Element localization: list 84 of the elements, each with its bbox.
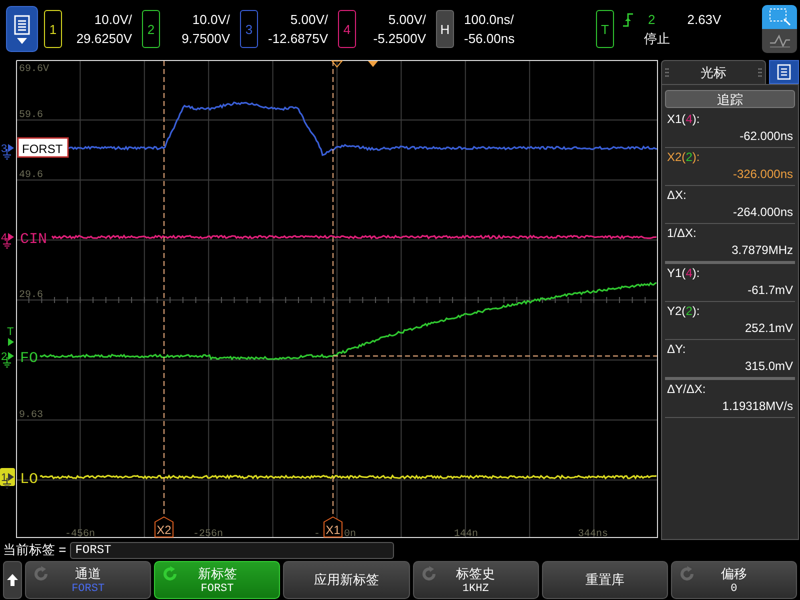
channel-button[interactable]: 2 <box>142 10 160 48</box>
up-button[interactable] <box>3 561 22 599</box>
axis-label: 29.6 <box>19 290 44 301</box>
time-label: 344ns <box>578 529 608 540</box>
select-mode-button[interactable] <box>762 5 797 29</box>
caret-icon <box>17 38 27 44</box>
channel-label: FO <box>20 350 38 367</box>
triangle-marker-icon <box>368 61 378 67</box>
readout-label: 1/ΔX: <box>667 225 696 242</box>
menu-button[interactable] <box>6 6 38 52</box>
readout-label: ΔY/ΔX: <box>667 381 706 398</box>
scale-value: 5.00V/ <box>388 12 426 27</box>
menu-button[interactable] <box>769 60 799 84</box>
axis-label: 9.63 <box>19 410 44 421</box>
time-label: -456n <box>65 529 95 540</box>
scale-value: 5.00V/ <box>290 12 328 27</box>
softkey-button[interactable]: 重置库 <box>542 561 668 599</box>
knob-icon <box>161 565 180 583</box>
trigger-source: 2 <box>648 12 656 27</box>
channel-label: FORST <box>17 137 69 158</box>
grip-icon <box>665 68 669 77</box>
readout-value: -326.000ns <box>732 166 793 183</box>
horizontal-button[interactable]: H <box>436 10 454 48</box>
time-label: 144n <box>454 529 478 540</box>
offset-value: 9.7500V <box>182 31 230 46</box>
selection-box-icon <box>768 8 790 26</box>
axis-label: 69.6V <box>19 64 50 75</box>
readout-value: 315.0mV <box>744 358 793 375</box>
rising-edge-icon <box>622 12 634 26</box>
time-label: - <box>314 529 320 540</box>
offset-value: -5.2500V <box>373 31 426 46</box>
time-label: 0n <box>344 529 356 540</box>
readout-label: X1(4): <box>667 111 700 128</box>
readout-label: ΔY: <box>667 341 686 358</box>
channel-button[interactable]: 4 <box>338 10 356 48</box>
readout-label: Y2(2): <box>667 303 700 320</box>
tab-title: 光标 <box>700 64 726 82</box>
waveform-icon <box>768 33 790 49</box>
timebase-value: 100.0ns/ <box>464 12 514 27</box>
softkey-button[interactable]: 偏移 0 <box>670 561 798 599</box>
softkey-button[interactable]: 标签史 1KHZ <box>412 561 539 599</box>
scale-value: 10.0V/ <box>192 12 230 27</box>
axis-label: 59.6 <box>19 110 44 121</box>
triangle-marker-icon <box>330 60 344 68</box>
readout-value: 3.7879MHz <box>730 242 793 259</box>
softkey-button[interactable]: 通道 FORST <box>25 561 152 599</box>
offset-value: -12.6875V <box>268 31 328 46</box>
readout-label: ΔX: <box>667 187 686 204</box>
label-field[interactable]: FORST <box>70 542 394 558</box>
readout-value: -61.7mV <box>746 282 793 299</box>
delay-value: -56.00ns <box>464 31 515 46</box>
channel-button[interactable]: 1 <box>44 10 62 48</box>
channel-label: LO <box>20 471 38 488</box>
time-label: -256n <box>193 529 223 540</box>
channel-button[interactable]: 3 <box>240 10 258 48</box>
readout-value: -62.000ns <box>738 128 793 145</box>
knob-icon <box>420 565 438 583</box>
panel-tab[interactable]: 光标 <box>661 60 766 84</box>
trigger-button[interactable]: T <box>596 10 614 48</box>
trigger-level: 2.63V <box>687 12 722 27</box>
readout-label: Y1(4): <box>667 265 700 282</box>
channel-label: CIN <box>20 231 48 248</box>
menu-icon <box>777 64 791 80</box>
cursor-marker[interactable]: X2 <box>154 516 174 538</box>
run-status: 停止 <box>643 31 671 46</box>
knob-icon <box>32 565 50 583</box>
readout-value: -264.000ns <box>732 204 793 221</box>
readout-label: X2(2): <box>667 149 700 166</box>
up-arrow-icon <box>7 574 18 586</box>
menu-icon <box>14 14 30 34</box>
scale-value: 10.0V/ <box>94 12 132 27</box>
label-caption: 当前标签 = <box>3 541 66 559</box>
cursor-marker[interactable]: X1 <box>324 516 342 538</box>
knob-icon <box>678 565 696 583</box>
softkey-button[interactable]: 应用新标签 <box>283 561 410 599</box>
wave-mode-button[interactable] <box>762 29 797 53</box>
grip-icon <box>758 68 762 77</box>
offset-value: 29.6250V <box>76 31 132 46</box>
readout-value: 1.19318MV/s <box>721 398 793 415</box>
readout-value: 252.1mV <box>744 320 793 337</box>
axis-label: 49.6 <box>19 170 44 181</box>
softkey-button[interactable]: 新标签 FORST <box>154 561 280 599</box>
track-button[interactable]: 追踪 <box>665 90 795 108</box>
channel-marker[interactable]: 1 <box>0 468 15 488</box>
